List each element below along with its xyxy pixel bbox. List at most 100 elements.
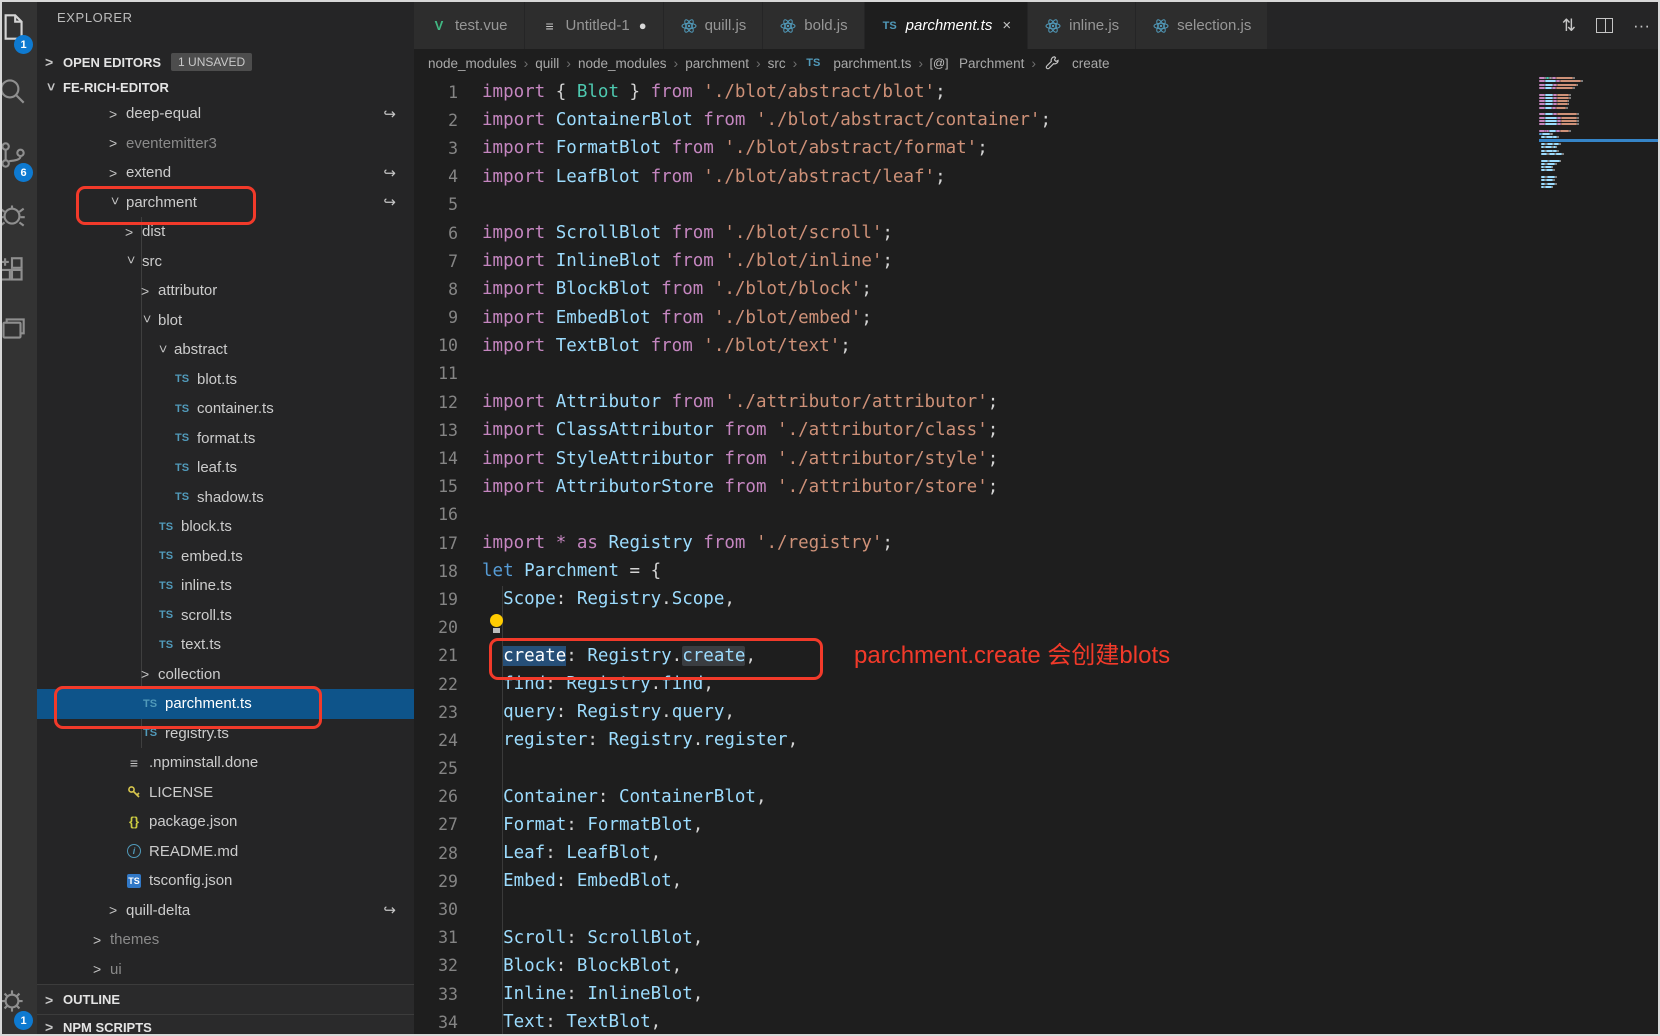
tree-item-readme-md[interactable]: i README.md (37, 837, 414, 867)
tree-item-collection[interactable]: > collection (37, 660, 414, 690)
code-line-3[interactable]: 3 import FormatBlot from './blot/abstract… (414, 134, 1658, 162)
breadcrumb-item-parchment-ts[interactable]: TS parchment.ts (804, 56, 911, 71)
tree-item-parchment[interactable]: > parchment ↪ (37, 188, 414, 218)
more-actions-icon[interactable]: ··· (1633, 16, 1650, 36)
search-icon[interactable] (2, 74, 35, 114)
tree-item-label: leaf.ts (197, 459, 238, 477)
files-icon[interactable]: 1 (2, 10, 35, 54)
tree-item-themes[interactable]: > themes (37, 925, 414, 955)
breadcrumb-item-create[interactable]: create (1043, 56, 1110, 71)
tree-item-inline-ts[interactable]: TS inline.ts (37, 571, 414, 601)
tab-inline-js[interactable]: inline.js (1028, 2, 1137, 49)
gear-icon[interactable]: 1 (2, 984, 35, 1030)
code-line-9[interactable]: 9 import EmbedBlot from './blot/embed'; (414, 304, 1658, 332)
tab-test-vue[interactable]: Vtest.vue (414, 2, 525, 49)
tree-item-shadow-ts[interactable]: TS shadow.ts (37, 483, 414, 513)
tree-item-extend[interactable]: > extend ↪ (37, 158, 414, 188)
source-control-icon[interactable]: 6 (2, 138, 35, 182)
outline-section[interactable]: > OUTLINE (37, 984, 414, 1014)
code-line-29[interactable]: 29 Embed: EmbedBlot, (414, 867, 1658, 895)
tree-item-blot-ts[interactable]: TS blot.ts (37, 365, 414, 395)
tree-item-quill-delta[interactable]: > quill-delta ↪ (37, 896, 414, 926)
code-line-16[interactable]: 16 (414, 501, 1658, 529)
extensions-icon[interactable] (2, 254, 35, 294)
code-line-18[interactable]: 18 let Parchment = { (414, 557, 1658, 585)
breadcrumb-item-src[interactable]: src (768, 56, 786, 71)
code-line-14[interactable]: 14 import StyleAttributor from './attribu… (414, 444, 1658, 472)
workspace-root-section[interactable]: > FE-RICH-EDITOR (37, 76, 414, 99)
code-line-7[interactable]: 7 import InlineBlot from './blot/inline'; (414, 247, 1658, 275)
project-icon[interactable] (2, 312, 35, 352)
tree-item-embed-ts[interactable]: TS embed.ts (37, 542, 414, 572)
tree-item-text-ts[interactable]: TS text.ts (37, 630, 414, 660)
code-line-8[interactable]: 8 import BlockBlot from './blot/block'; (414, 275, 1658, 303)
code-line-25[interactable]: 25 (414, 755, 1658, 783)
code-line-13[interactable]: 13 import ClassAttributor from './attribu… (414, 416, 1658, 444)
debug-icon[interactable] (2, 198, 35, 238)
code-line-12[interactable]: 12 import Attributor from './attributor/a… (414, 388, 1658, 416)
tree-item-eventemitter3[interactable]: > eventemitter3 (37, 129, 414, 159)
code-line-24[interactable]: 24 register: Registry.register, (414, 726, 1658, 754)
tree-item-tsconfig-json[interactable]: TS tsconfig.json (37, 866, 414, 896)
tree-item-attributor[interactable]: > attributor (37, 276, 414, 306)
code-line-23[interactable]: 23 query: Registry.query, (414, 698, 1658, 726)
code-line-32[interactable]: 32 Block: BlockBlot, (414, 952, 1658, 980)
code-line-2[interactable]: 2 import ContainerBlot from './blot/abstr… (414, 106, 1658, 134)
tree-item-scroll-ts[interactable]: TS scroll.ts (37, 601, 414, 631)
tab-untitled-1[interactable]: ≡ Untitled-1 ● (524, 2, 664, 49)
code-line-4[interactable]: 4 import LeafBlot from './blot/abstract/l… (414, 163, 1658, 191)
tree-item--npminstall-done[interactable]: ≡ .npminstall.done (37, 748, 414, 778)
code-line-31[interactable]: 31 Scroll: ScrollBlot, (414, 924, 1658, 952)
tree-item-deep-equal[interactable]: > deep-equal ↪ (37, 99, 414, 129)
npm-scripts-section[interactable]: > NPM SCRIPTS (37, 1014, 414, 1034)
ts-file-icon: TS (806, 57, 821, 69)
tree-item-package-json[interactable]: {} package.json (37, 807, 414, 837)
tree-item-block-ts[interactable]: TS block.ts (37, 512, 414, 542)
tab-parchment-ts[interactable]: TS parchment.ts × (864, 2, 1029, 49)
open-changes-icon[interactable]: ⇅ (1562, 16, 1576, 36)
code-line-10[interactable]: 10 import TextBlot from './blot/text'; (414, 332, 1658, 360)
breadcrumb-item-node-modules[interactable]: node_modules (578, 56, 667, 71)
breadcrumb-item-parchment[interactable]: [@] Parchment (930, 56, 1025, 71)
code-line-22[interactable]: 22 find: Registry.find, (414, 670, 1658, 698)
minimap-line (1561, 119, 1578, 122)
tree-item-license[interactable]: LICENSE (37, 778, 414, 808)
minimap-line (1539, 83, 1545, 86)
code-line-27[interactable]: 27 Format: FormatBlot, (414, 811, 1658, 839)
code-line-1[interactable]: 1 import { Blot } from './blot/abstract/b… (414, 78, 1658, 106)
breadcrumb-item-node-modules[interactable]: node_modules (428, 56, 517, 71)
code-line-6[interactable]: 6 import ScrollBlot from './blot/scroll'; (414, 219, 1658, 247)
close-icon[interactable]: × (1002, 17, 1011, 34)
code-line-19[interactable]: 19 Scope: Registry.Scope, (414, 585, 1658, 613)
code-line-5[interactable]: 5 (414, 191, 1658, 219)
tree-item-parchment-ts[interactable]: TS parchment.ts (37, 689, 414, 719)
tab-selection-js[interactable]: selection.js (1136, 2, 1269, 49)
minimap[interactable] (1539, 77, 1617, 217)
code-line-34[interactable]: 34 Text: TextBlot, (414, 1008, 1658, 1034)
tab-bold-js[interactable]: bold.js (763, 2, 865, 49)
code-line-28[interactable]: 28 Leaf: LeafBlot, (414, 839, 1658, 867)
code-line-15[interactable]: 15 import AttributorStore from './attribu… (414, 473, 1658, 501)
tree-item-format-ts[interactable]: TS format.ts (37, 424, 414, 454)
code-line-11[interactable]: 11 (414, 360, 1658, 388)
tree-item-container-ts[interactable]: TS container.ts (37, 394, 414, 424)
code-editor[interactable]: 1 import { Blot } from './blot/abstract/b… (414, 78, 1658, 1034)
tab-quill-js[interactable]: quill.js (663, 2, 764, 49)
breadcrumb-item-quill[interactable]: quill (535, 56, 559, 71)
breadcrumb-item-parchment[interactable]: parchment (685, 56, 749, 71)
tree-item-dist[interactable]: > dist (37, 217, 414, 247)
tree-item-src[interactable]: > src (37, 247, 414, 277)
open-editors-section[interactable]: > OPEN EDITORS 1 UNSAVED (37, 48, 414, 76)
tree-item-ui[interactable]: > ui (37, 955, 414, 985)
tree-item-registry-ts[interactable]: TS registry.ts (37, 719, 414, 749)
code-line-17[interactable]: 17 import * as Registry from './registry'… (414, 529, 1658, 557)
tree-item-abstract[interactable]: > abstract (37, 335, 414, 365)
lightbulb-icon[interactable] (489, 614, 504, 634)
tree-item-leaf-ts[interactable]: TS leaf.ts (37, 453, 414, 483)
tree-item-blot[interactable]: > blot (37, 306, 414, 336)
code-line-33[interactable]: 33 Inline: InlineBlot, (414, 980, 1658, 1008)
code-line-30[interactable]: 30 (414, 895, 1658, 923)
split-editor-icon[interactable] (1596, 18, 1614, 33)
code-text: import FormatBlot from './blot/abstract/… (482, 138, 988, 159)
code-line-26[interactable]: 26 Container: ContainerBlot, (414, 783, 1658, 811)
